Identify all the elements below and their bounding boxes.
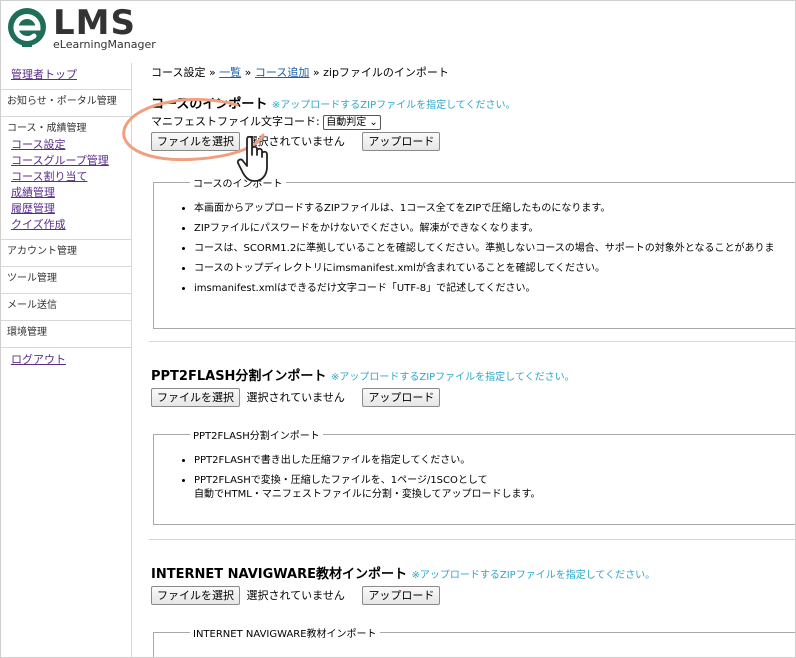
section-divider (149, 341, 795, 342)
sidebar-section-account: アカウント管理 (1, 240, 131, 267)
sidebar-item-mail[interactable]: メール送信 (1, 298, 131, 314)
list-item: PPT2FLASHで書き出した圧縮ファイルを指定してください。 (194, 454, 795, 468)
course-import-note: ※アップロードするZIPファイルを指定してください。 (271, 100, 516, 111)
list-item: コースのトップディレクトリにimsmanifest.xmlが含まれていることを確… (194, 262, 795, 276)
navigware-import-note: ※アップロードするZIPファイルを指定してください。 (411, 570, 656, 581)
sidebar-heading-course[interactable]: コース・成績管理 (1, 121, 131, 137)
breadcrumb-current: zipファイルのインポート (323, 66, 449, 79)
sidebar-section-admin: 管理者トップ (1, 63, 131, 90)
sidebar-item-tools[interactable]: ツール管理 (1, 271, 131, 287)
navigware-import-title: INTERNET NAVIGWARE教材インポート ※アップロードするZIPファ… (151, 567, 656, 582)
list-item: ZIPファイルにパスワードをかけないでください。解凍ができなくなります。 (194, 222, 795, 236)
ppt-import-title: PPT2FLASH分割インポート ※アップロードするZIPファイルを指定してくだ… (151, 369, 575, 384)
sidebar-item-account[interactable]: アカウント管理 (1, 244, 131, 260)
app-window: LMS eLearningManager 管理者トップ お知らせ・ポータル管理 … (0, 0, 796, 658)
list-item: PPT2FLASHで変換・圧縮したファイルを、1ページ/1SCOとして自動でHT… (194, 474, 795, 502)
sidebar-item-quiz[interactable]: クイズ作成 (1, 217, 131, 233)
ppt-import-list: PPT2FLASHで書き出した圧縮ファイルを指定してください。 PPT2FLAS… (184, 454, 795, 502)
navigware-import-legend: INTERNET NAVIGWARE教材インポート (193, 629, 377, 640)
sidebar-section-logout: ログアウト (1, 348, 131, 372)
breadcrumb: コース設定 » 一覧 » コース追加 » zipファイルのインポート (151, 66, 449, 79)
ppt-file-status: 選択されていません (246, 390, 345, 404)
sidebar-section-notice: お知らせ・ポータル管理 (1, 90, 131, 117)
list-item: 本画面からアップロードするZIPファイルは、1コース全てをZIPで圧縮したものに… (194, 202, 795, 216)
sidebar-section-course: コース・成績管理 コース設定 コースグループ管理 コース割り当て 成績管理 履歴… (1, 117, 131, 240)
sidebar-item-grades[interactable]: 成績管理 (1, 185, 131, 201)
navigware-import-info: INTERNET NAVIGWARE教材インポート (153, 625, 795, 657)
sidebar: 管理者トップ お知らせ・ポータル管理 コース・成績管理 コース設定 コースグルー… (1, 63, 132, 657)
course-upload-button[interactable]: アップロード (362, 132, 441, 151)
sidebar-section-env: 環境管理 (1, 321, 131, 348)
navigware-import-section: INTERNET NAVIGWARE教材インポート ※アップロードするZIPファ… (151, 567, 655, 605)
ppt-choose-file-button[interactable]: ファイルを選択 (151, 388, 240, 407)
sidebar-item-admin-top[interactable]: 管理者トップ (1, 67, 131, 83)
course-import-list: 本画面からアップロードするZIPファイルは、1コース全てをZIPで圧縮したものに… (184, 202, 795, 296)
hand-pointer-icon (237, 135, 268, 182)
header: LMS eLearningManager (1, 1, 795, 57)
ppt-import-legend: PPT2FLASH分割インポート (193, 431, 320, 442)
navigware-file-status: 選択されていません (246, 588, 345, 602)
sidebar-item-course-assign[interactable]: コース割り当て (1, 169, 131, 185)
sidebar-item-history[interactable]: 履歴管理 (1, 201, 131, 217)
chevron-down-icon: ⌄ (369, 116, 378, 128)
course-import-info: コースのインポート 本画面からアップロードするZIPファイルは、1コース全てをZ… (153, 175, 795, 329)
logo-e-icon (8, 8, 46, 47)
ppt-file-row: ファイルを選択 選択されていません アップロード (151, 388, 575, 407)
sidebar-section-mail: メール送信 (1, 294, 131, 321)
breadcrumb-add-link[interactable]: コース追加 (255, 66, 309, 79)
sidebar-item-logout[interactable]: ログアウト (1, 352, 131, 368)
navigware-upload-button[interactable]: アップロード (362, 586, 441, 605)
breadcrumb-root: コース設定 (151, 66, 206, 79)
ppt-import-info: PPT2FLASH分割インポート PPT2FLASHで書き出した圧縮ファイルを指… (153, 427, 795, 525)
navigware-choose-file-button[interactable]: ファイルを選択 (151, 586, 240, 605)
navigware-file-row: ファイルを選択 選択されていません アップロード (151, 586, 655, 605)
sidebar-item-course-group[interactable]: コースグループ管理 (1, 153, 131, 169)
sidebar-item-notice[interactable]: お知らせ・ポータル管理 (1, 94, 131, 110)
manifest-encoding-select[interactable]: 自動判定 ⌄ (323, 114, 381, 130)
ppt-upload-button[interactable]: アップロード (362, 388, 441, 407)
sidebar-item-env[interactable]: 環境管理 (1, 325, 131, 341)
sidebar-section-tools: ツール管理 (1, 267, 131, 294)
logo-text: LMS (53, 3, 136, 43)
logo-subtitle: eLearningManager (53, 38, 156, 51)
ppt-import-section: PPT2FLASH分割インポート ※アップロードするZIPファイルを指定してくだ… (151, 369, 575, 407)
sidebar-item-course-settings[interactable]: コース設定 (1, 137, 131, 153)
list-item: imsmanifest.xmlはできるだけ文字コード「UTF-8」で記述してくだ… (194, 282, 795, 296)
list-item: コースは、SCORM1.2に準拠していることを確認してください。準拠しないコース… (194, 242, 795, 256)
breadcrumb-list-link[interactable]: 一覧 (219, 66, 241, 79)
ppt-import-note: ※アップロードするZIPファイルを指定してください。 (330, 372, 575, 383)
section-divider (149, 539, 795, 540)
